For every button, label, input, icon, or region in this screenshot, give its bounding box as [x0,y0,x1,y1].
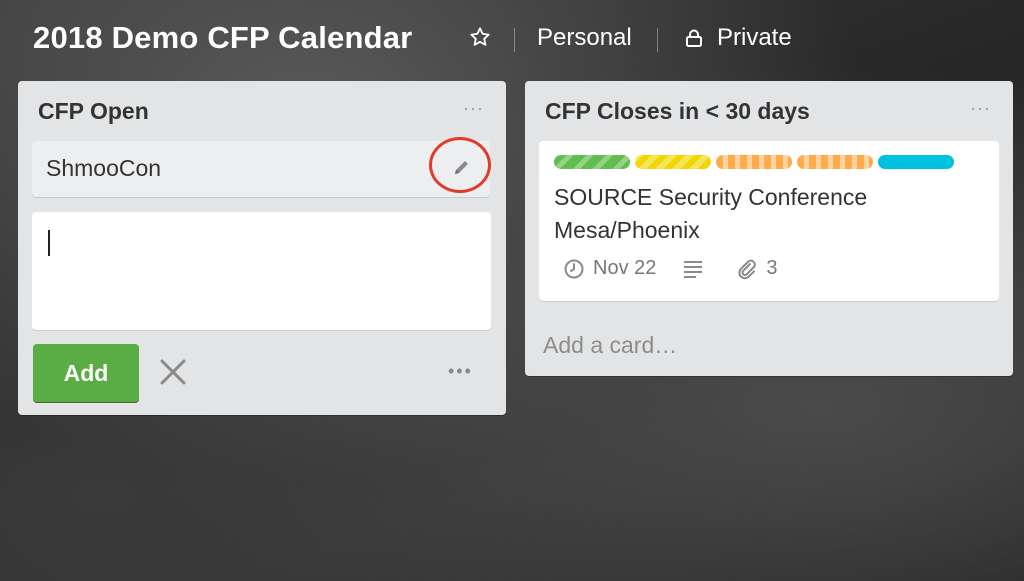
composer-options-button[interactable]: ••• [448,361,473,382]
list-cfp-closes: CFP Closes in < 30 days ··· SOURCE Secur… [525,81,1013,376]
attachment-badge: 3 [736,257,778,280]
due-date: Nov 22 [593,257,657,279]
add-card-button[interactable]: Add [33,344,139,402]
text-caret [48,230,50,256]
card-shmoocon[interactable]: ShmooCon [32,141,490,197]
list-menu-button[interactable]: ··· [970,98,991,119]
star-button[interactable] [469,26,491,48]
header-divider [514,28,515,52]
list-title[interactable]: CFP Open [38,98,149,125]
label-orange [797,155,873,169]
close-icon [160,359,186,385]
attachment-count: 3 [766,257,778,279]
header-divider [657,28,658,52]
label-yellow [635,155,711,169]
add-a-card-button[interactable]: Add a card… [543,332,677,359]
label-blue [878,155,954,169]
visibility-button[interactable]: Private [684,24,792,52]
card-title: SOURCE Security Conference Mesa/Phoenix [554,184,868,243]
team-button[interactable]: Personal [537,24,632,52]
label-green [554,155,630,169]
board-header: 2018 Demo CFP Calendar Personal Private [0,0,1024,78]
description-badge [682,258,712,280]
card-labels [554,155,954,169]
card-name: ShmooCon [46,155,162,181]
board-title[interactable]: 2018 Demo CFP Calendar [33,20,412,56]
cancel-button[interactable] [158,357,188,392]
visibility-label: Private [717,24,792,51]
list-title[interactable]: CFP Closes in < 30 days [545,98,810,125]
paperclip-icon [738,259,757,279]
list-cfp-open: CFP Open ··· ShmooCon Add ••• [18,81,506,415]
star-icon [470,27,490,46]
edit-card-button[interactable] [452,157,472,182]
label-orange [716,155,792,169]
clock-icon [564,259,584,278]
card-source-security[interactable]: SOURCE Security Conference Mesa/Phoenix … [539,141,999,301]
lock-icon [686,29,702,47]
list-menu-button[interactable]: ··· [463,98,484,119]
card-composer-input[interactable] [32,212,491,330]
due-date-badge: Nov 22 [563,257,656,280]
description-icon [684,260,703,278]
card-badges: Nov 22 3 [563,257,778,280]
pencil-icon [455,161,468,174]
